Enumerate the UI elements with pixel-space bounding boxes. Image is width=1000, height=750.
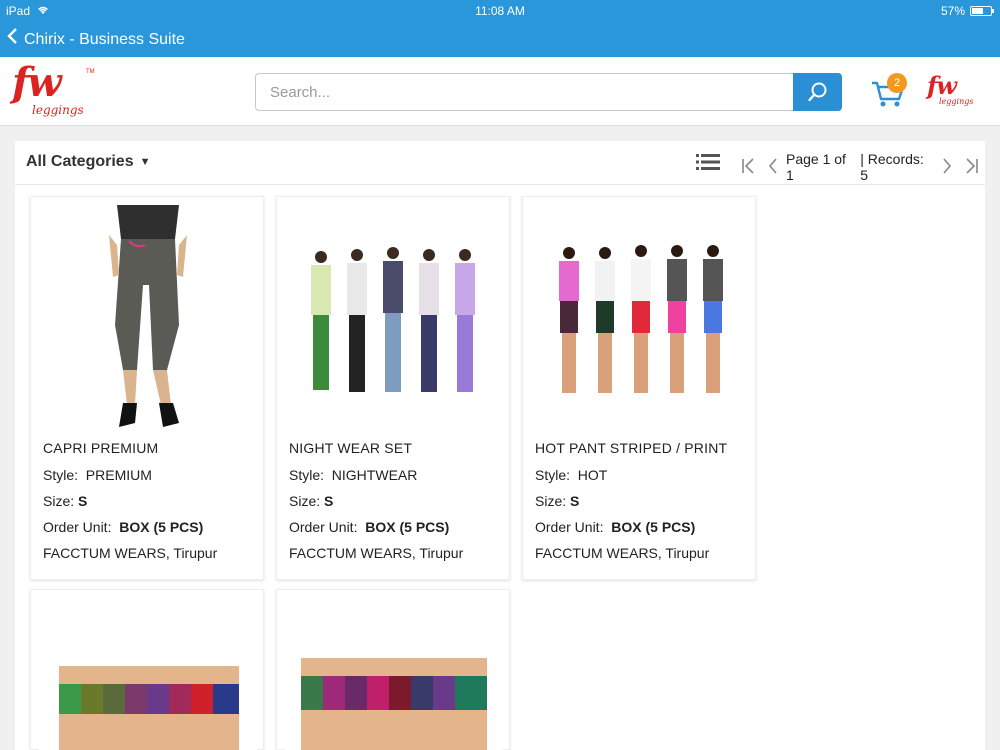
catalog-toolbar: All Categories ▼ Page 1 of 1 | Records: …: [15, 141, 985, 185]
product-name: HOT PANT STRIPED / PRINT: [535, 440, 728, 456]
product-name: CAPRI PREMIUM: [43, 440, 159, 456]
next-page-icon[interactable]: [934, 157, 960, 177]
size-label: Size:: [289, 493, 321, 509]
product-style: Style: HOT: [535, 467, 607, 483]
product-seller: FACCTUM WEARS, Tirupur: [289, 545, 464, 561]
product-image: [531, 205, 749, 431]
status-bar: iPad 11:08 AM 57%: [0, 0, 1000, 22]
size-label: Size:: [43, 493, 75, 509]
nav-bar: Chirix - Business Suite: [0, 22, 1000, 57]
product-style: Style: PREMIUM: [43, 467, 152, 483]
unit-label: Order Unit:: [535, 519, 604, 535]
prev-page-icon[interactable]: [761, 157, 787, 177]
clock: 11:08 AM: [475, 4, 525, 18]
product-size: Size: S: [535, 493, 579, 509]
records-count: | Records: 5: [860, 151, 924, 183]
search-icon: [807, 82, 826, 102]
product-seller: FACCTUM WEARS, Tirupur: [43, 545, 218, 561]
search-button[interactable]: [793, 73, 842, 111]
product-order-unit: Order Unit: BOX (5 PCS): [43, 519, 203, 535]
product-size: Size: S: [43, 493, 87, 509]
battery-percent: 57%: [940, 4, 965, 18]
style-value: HOT: [577, 467, 608, 483]
list-view-icon[interactable]: [696, 153, 720, 171]
product-name: NIGHT WEAR SET: [289, 440, 413, 456]
product-image: [39, 205, 257, 431]
battery-icon: [970, 6, 994, 16]
unit-label: Order Unit:: [289, 519, 358, 535]
size-value: S: [324, 493, 334, 509]
product-style: Style: NIGHTWEAR: [289, 467, 417, 483]
trademark-mark: TM: [86, 69, 95, 75]
last-page-icon[interactable]: [960, 157, 986, 177]
unit-value: BOX (5 PCS): [611, 519, 696, 535]
style-label: Style:: [43, 467, 79, 483]
brand-logo-small: fw leggings: [927, 73, 975, 113]
product-order-unit: Order Unit: BOX (5 PCS): [535, 519, 695, 535]
product-image: [285, 205, 503, 431]
category-label: All Categories: [26, 153, 134, 170]
logo-small-subtext: leggings: [939, 97, 974, 106]
first-page-icon[interactable]: [735, 157, 761, 177]
logo-subtext: leggings: [32, 103, 84, 117]
product-card[interactable]: HOT PANT STRIPED / PRINT Style: HOT Size…: [522, 196, 756, 580]
unit-label: Order Unit:: [43, 519, 112, 535]
style-value: NIGHTWEAR: [331, 467, 418, 483]
size-value: S: [78, 493, 88, 509]
app-header: fw leggings TM 2 fw leggings: [0, 57, 1000, 126]
cart-button[interactable]: 2: [870, 73, 910, 111]
product-size: Size: S: [289, 493, 333, 509]
search-bar: [255, 73, 842, 111]
style-value: PREMIUM: [85, 467, 152, 483]
style-label: Style:: [535, 467, 571, 483]
chevron-left-icon: [6, 27, 18, 49]
brand-logo[interactable]: fw leggings TM: [12, 63, 98, 121]
logo-small-text: fw: [927, 71, 957, 100]
product-seller: FACCTUM WEARS, Tirupur: [535, 545, 710, 561]
product-card[interactable]: [30, 589, 264, 750]
unit-value: BOX (5 PCS): [119, 519, 204, 535]
nav-title: Chirix - Business Suite: [24, 30, 185, 48]
back-button[interactable]: Chirix - Business Suite: [0, 27, 185, 49]
product-image: [285, 658, 503, 750]
unit-value: BOX (5 PCS): [365, 519, 450, 535]
product-order-unit: Order Unit: BOX (5 PCS): [289, 519, 449, 535]
size-label: Size:: [535, 493, 567, 509]
caret-down-icon: ▼: [139, 156, 151, 168]
product-card[interactable]: CAPRI PREMIUM Style: PREMIUM Size: S Ord…: [30, 196, 264, 580]
size-value: S: [570, 493, 580, 509]
style-label: Style:: [289, 467, 325, 483]
page-info: Page 1 of 1: [786, 151, 846, 183]
product-card[interactable]: [276, 589, 510, 750]
product-card[interactable]: NIGHT WEAR SET Style: NIGHTWEAR Size: S …: [276, 196, 510, 580]
cart-count-badge: 2: [887, 73, 907, 93]
product-grid: CAPRI PREMIUM Style: PREMIUM Size: S Ord…: [15, 185, 985, 750]
search-input[interactable]: [255, 73, 793, 111]
product-image: [39, 666, 257, 750]
pagination: Page 1 of 1 | Records: 5: [735, 151, 985, 183]
category-dropdown[interactable]: All Categories ▼: [26, 153, 150, 171]
